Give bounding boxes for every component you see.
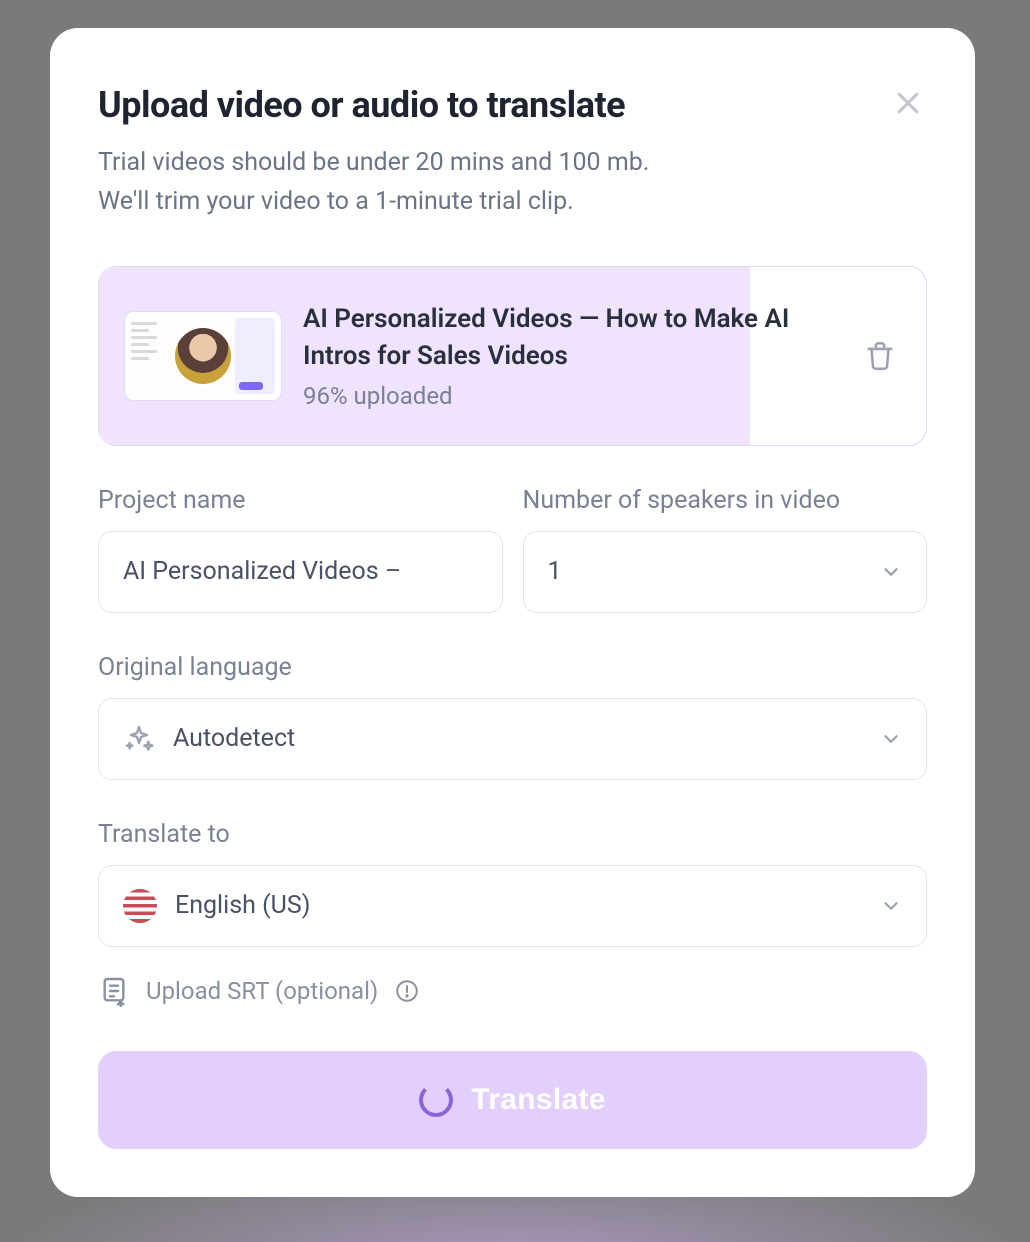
upload-srt-button[interactable]: Upload SRT (optional) xyxy=(98,975,420,1007)
spinner-icon xyxy=(419,1083,453,1117)
close-button[interactable] xyxy=(889,84,927,122)
video-thumbnail xyxy=(125,312,281,400)
translate-to-value: English (US) xyxy=(175,891,862,920)
translate-button-label: Translate xyxy=(471,1083,605,1117)
modal-subtitle: Trial videos should be under 20 mins and… xyxy=(98,144,927,222)
translate-to-group: Translate to English (US) xyxy=(98,820,927,947)
upload-status-text: 96% uploaded xyxy=(303,382,838,410)
speakers-select[interactable]: 1 xyxy=(523,531,928,613)
translate-button[interactable]: Translate xyxy=(98,1051,927,1149)
original-language-value: Autodetect xyxy=(173,724,862,753)
upload-card-inner: AI Personalized Videos — How to Make AI … xyxy=(99,267,926,445)
translate-to-label: Translate to xyxy=(98,820,927,849)
project-name-label: Project name xyxy=(98,486,503,515)
subtitle-line-2: We'll trim your video to a 1-minute tria… xyxy=(98,187,574,216)
form-row-3: Translate to English (US) xyxy=(98,820,927,947)
project-name-input[interactable] xyxy=(98,531,503,613)
original-language-select[interactable]: Autodetect xyxy=(98,698,927,780)
chevron-down-icon xyxy=(880,895,902,917)
delete-upload-button[interactable] xyxy=(860,336,900,376)
trash-icon xyxy=(863,338,897,374)
upload-card: AI Personalized Videos — How to Make AI … xyxy=(98,266,927,446)
upload-srt-label: Upload SRT (optional) xyxy=(146,977,378,1005)
flag-us-icon xyxy=(123,889,157,923)
speakers-value: 1 xyxy=(548,557,863,586)
upload-text-block: AI Personalized Videos — How to Make AI … xyxy=(303,301,838,410)
chevron-down-icon xyxy=(880,561,902,583)
subtitle-line-1: Trial videos should be under 20 mins and… xyxy=(98,148,649,177)
speakers-group: Number of speakers in video 1 xyxy=(523,486,928,613)
modal-header: Upload video or audio to translate xyxy=(98,84,927,126)
close-icon xyxy=(893,88,923,118)
sparkle-icon xyxy=(123,723,155,755)
info-icon xyxy=(394,978,420,1004)
upload-file-title: AI Personalized Videos — How to Make AI … xyxy=(303,301,838,374)
file-upload-icon xyxy=(98,975,130,1007)
project-name-group: Project name xyxy=(98,486,503,613)
upload-translate-modal: Upload video or audio to translate Trial… xyxy=(50,28,975,1197)
modal-title: Upload video or audio to translate xyxy=(98,84,625,126)
original-language-group: Original language Autodetect xyxy=(98,653,927,780)
form-row-1: Project name Number of speakers in video… xyxy=(98,486,927,613)
translate-to-select[interactable]: English (US) xyxy=(98,865,927,947)
chevron-down-icon xyxy=(880,728,902,750)
original-language-label: Original language xyxy=(98,653,927,682)
speakers-label: Number of speakers in video xyxy=(523,486,928,515)
form-row-2: Original language Autodetect xyxy=(98,653,927,780)
